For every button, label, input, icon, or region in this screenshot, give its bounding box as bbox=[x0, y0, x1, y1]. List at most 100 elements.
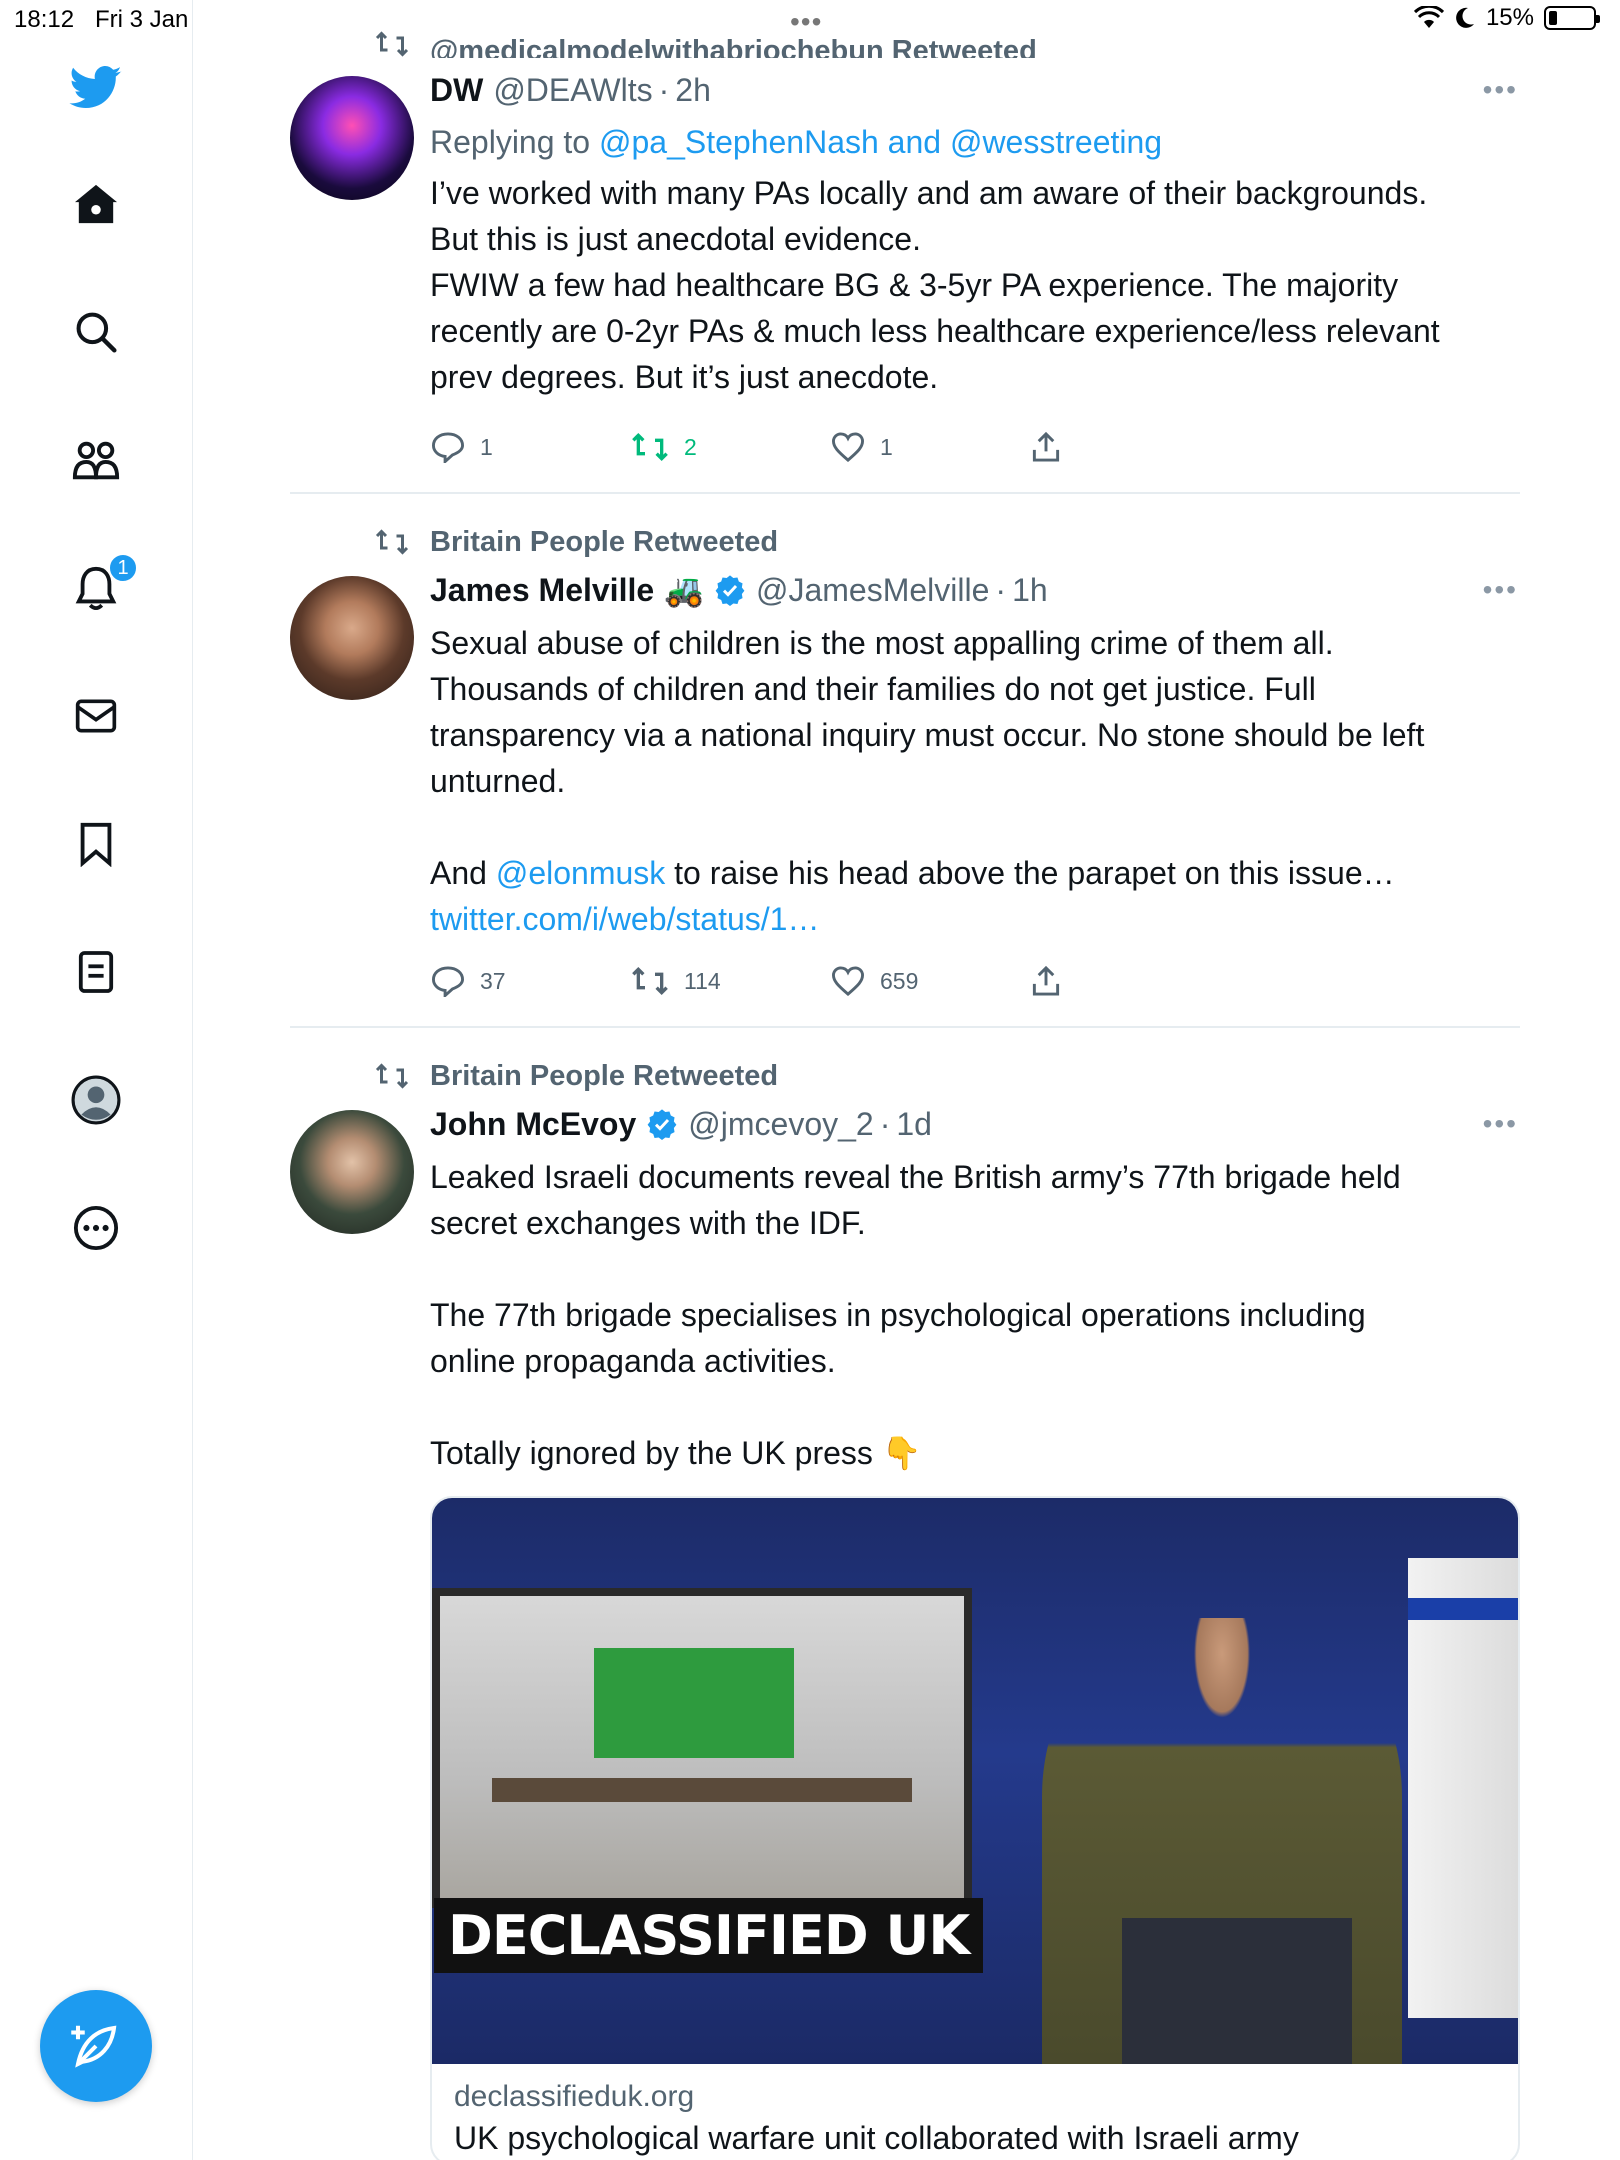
separator-dot: · bbox=[995, 571, 1007, 608]
card-title: UK psychological warfare unit collaborat… bbox=[454, 2120, 1299, 2156]
bookmarks-icon[interactable] bbox=[66, 814, 126, 874]
reply-count: 37 bbox=[480, 967, 506, 994]
multitasking-dots-icon[interactable]: ••• bbox=[790, 6, 822, 38]
mention-link[interactable]: @elonmusk bbox=[496, 855, 665, 891]
avatar[interactable] bbox=[290, 76, 414, 200]
more-options-icon[interactable]: ••• bbox=[1483, 574, 1518, 606]
retweet-icon bbox=[374, 1062, 414, 1090]
share-icon bbox=[1032, 965, 1060, 996]
author-name[interactable]: John McEvoy bbox=[430, 1106, 636, 1143]
author-name[interactable]: DW bbox=[430, 72, 483, 109]
retweet-context: Britain People Retweeted bbox=[290, 522, 1520, 562]
more-options-icon[interactable]: ••• bbox=[1483, 74, 1518, 106]
author-handle[interactable]: @DEAWlts bbox=[493, 72, 652, 109]
tweet-header: John McEvoy @jmcevoy_2 · 1d bbox=[430, 1100, 1520, 1148]
tweet-text-line: twitter.com/i/web/status/1… bbox=[430, 896, 1520, 942]
card-image-podium bbox=[1122, 1918, 1352, 2064]
share-icon bbox=[1032, 431, 1060, 462]
like-button[interactable]: 659 bbox=[830, 965, 1030, 997]
link-card[interactable]: DECLASSIFIED UK declassifieduk.org UK ps… bbox=[430, 1496, 1520, 2160]
tweet-text: I’ve worked with many PAs locally and am… bbox=[430, 170, 1520, 400]
share-button[interactable] bbox=[1030, 965, 1230, 997]
verified-badge-icon bbox=[714, 574, 746, 606]
tweet-text-line: recently are 0-2yr PAs & much less healt… bbox=[430, 313, 1440, 349]
timeline: @medicalmodelwithabriochebun Retweeted D… bbox=[194, 0, 1620, 2160]
twitter-logo-icon[interactable] bbox=[66, 58, 126, 118]
notifications-badge: 1 bbox=[108, 553, 138, 583]
profile-icon[interactable] bbox=[66, 1070, 126, 1130]
tweet-text-line: FWIW a few had healthcare BG & 3-5yr PA … bbox=[430, 267, 1399, 303]
retweeted-by[interactable]: Britain People Retweeted bbox=[430, 1060, 778, 1093]
author-handle[interactable]: @JamesMelville bbox=[756, 572, 989, 609]
card-image-flag-stripe bbox=[1408, 1598, 1518, 1620]
tweet-content: James Melville 🚜 @JamesMelville · 1h •••… bbox=[430, 566, 1520, 1006]
status-link[interactable]: twitter.com/i/web/status/1… bbox=[430, 901, 819, 937]
share-button[interactable] bbox=[1030, 431, 1230, 463]
reply-button[interactable]: 1 bbox=[430, 431, 630, 463]
reply-button[interactable]: 37 bbox=[430, 965, 630, 997]
retweet-context: Britain People Retweeted bbox=[290, 1056, 1520, 1096]
like-button[interactable]: 1 bbox=[830, 431, 1030, 463]
tweet-text-line: I’ve worked with many PAs locally and am… bbox=[430, 175, 1428, 211]
tweet-text: Sexual abuse of children is the most app… bbox=[430, 620, 1520, 942]
separator-dot: · bbox=[658, 71, 670, 108]
communities-icon[interactable] bbox=[66, 430, 126, 490]
avatar[interactable] bbox=[290, 1110, 414, 1234]
retweet-button[interactable]: 2 bbox=[630, 432, 830, 462]
tweet[interactable]: Britain People Retweeted John McEvoy @jm… bbox=[290, 1056, 1520, 2160]
compose-tweet-button[interactable] bbox=[40, 1990, 152, 2102]
more-options-icon[interactable]: ••• bbox=[1483, 1108, 1518, 1140]
separator-dot: · bbox=[879, 1105, 891, 1142]
tweet-text-line: The 77th brigade specialises in psycholo… bbox=[430, 1297, 1366, 1333]
tweet-header: DW @DEAWlts · 2h bbox=[430, 66, 1520, 114]
status-bar: 18:12 Fri 3 Jan ••• 15% bbox=[0, 0, 1620, 40]
retweeted-by[interactable]: Britain People Retweeted bbox=[430, 526, 778, 559]
tweet[interactable]: @medicalmodelwithabriochebun Retweeted D… bbox=[290, 22, 1520, 482]
tweet[interactable]: Britain People Retweeted James Melville … bbox=[290, 522, 1520, 1022]
wifi-icon bbox=[1413, 6, 1444, 28]
tweet-actions: 1 2 1 bbox=[430, 422, 1520, 472]
retweet-icon bbox=[374, 528, 414, 556]
tweet-text-line: online propaganda activities. bbox=[430, 1343, 836, 1379]
tweet-time[interactable]: 1h bbox=[1012, 572, 1048, 609]
tweet-text: Leaked Israeli documents reveal the Brit… bbox=[430, 1154, 1520, 1476]
card-image-caption: DECLASSIFIED UK bbox=[434, 1898, 984, 1973]
retweet-count: 114 bbox=[684, 967, 721, 994]
sidebar: 1 bbox=[0, 0, 193, 2160]
author-name[interactable]: James Melville bbox=[430, 572, 654, 609]
card-image-israeli-flag bbox=[1408, 1558, 1518, 2018]
tweet-text-line: transparency via a national inquiry must… bbox=[430, 717, 1425, 753]
author-handle[interactable]: @jmcevoy_2 bbox=[688, 1106, 873, 1143]
search-icon[interactable] bbox=[66, 302, 126, 362]
reply-count: 1 bbox=[480, 433, 493, 460]
tweet-text-line: But this is just anecdotal evidence. bbox=[430, 221, 921, 257]
reply-icon bbox=[431, 432, 465, 463]
lists-icon[interactable] bbox=[66, 942, 126, 1002]
tweet-divider bbox=[290, 492, 1520, 494]
tweet-text-line: secret exchanges with the IDF. bbox=[430, 1205, 866, 1241]
tweet-time[interactable]: 1d bbox=[896, 1106, 932, 1143]
avatar[interactable] bbox=[290, 576, 414, 700]
like-count: 659 bbox=[880, 967, 919, 994]
reply-prefix: Replying to bbox=[430, 124, 591, 160]
tweet-text-line: Totally ignored by the UK press 👇 bbox=[430, 1430, 1520, 1476]
card-image-table bbox=[492, 1778, 912, 1802]
home-icon[interactable] bbox=[66, 174, 126, 234]
status-time: 18:12 bbox=[14, 6, 75, 33]
tweet-content: DW @DEAWlts · 2h ••• Replying to @pa_Ste… bbox=[430, 66, 1520, 472]
card-meta[interactable]: declassifieduk.org UK psychological warf… bbox=[432, 2064, 1518, 2160]
text-and: And bbox=[430, 855, 487, 891]
like-count: 1 bbox=[880, 433, 893, 460]
messages-icon[interactable] bbox=[66, 686, 126, 746]
card-image[interactable]: DECLASSIFIED UK bbox=[432, 1498, 1518, 2064]
tweet-text-line: Leaked Israeli documents reveal the Brit… bbox=[430, 1159, 1401, 1195]
reply-context: Replying to @pa_StephenNash and @wesstre… bbox=[430, 120, 1520, 164]
heart-icon bbox=[831, 966, 865, 997]
reply-mentions[interactable]: @pa_StephenNash and @wesstreeting bbox=[599, 124, 1162, 160]
retweet-button[interactable]: 114 bbox=[630, 966, 830, 996]
tweet-text-line: prev degrees. But it’s just anecdote. bbox=[430, 359, 939, 395]
battery-icon bbox=[1544, 6, 1600, 30]
more-icon[interactable] bbox=[66, 1198, 126, 1258]
tweet-time[interactable]: 2h bbox=[675, 72, 711, 109]
